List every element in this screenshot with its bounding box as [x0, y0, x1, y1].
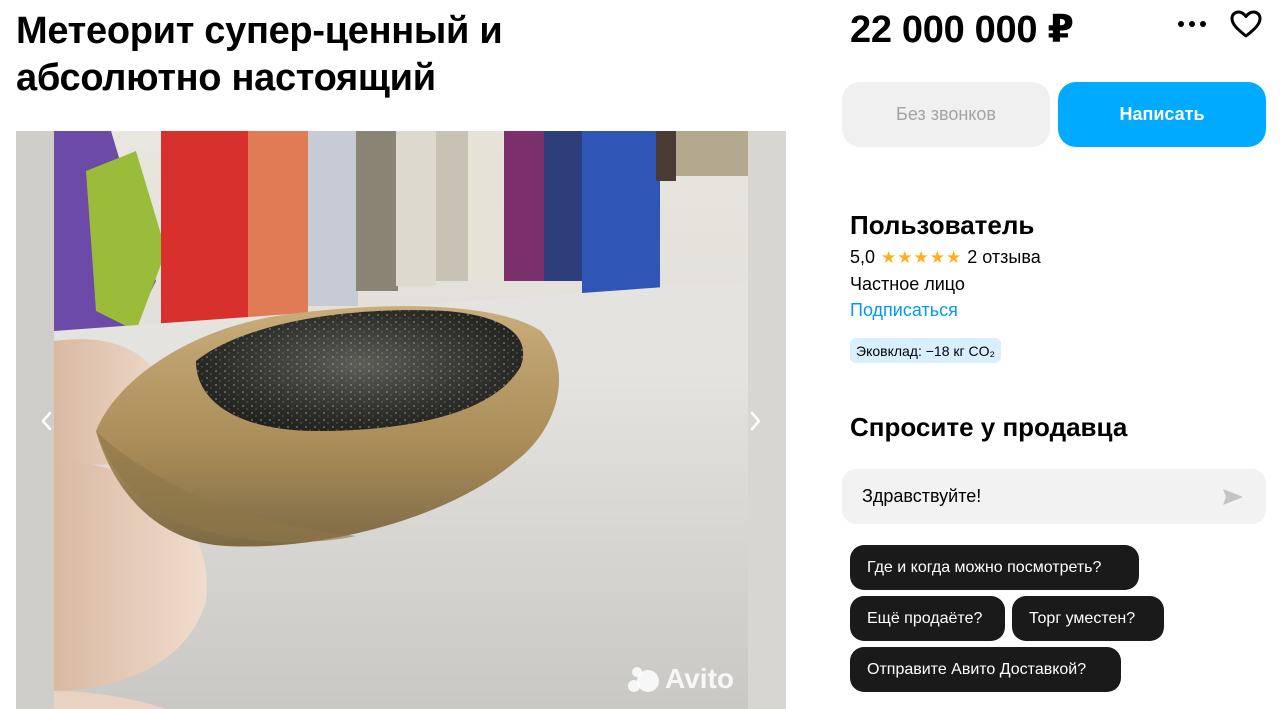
listing-title: Метеорит супер-ценный и абсолютно настоя…	[16, 10, 503, 99]
watermark-text: Avito	[665, 663, 734, 694]
next-photo-button[interactable]	[736, 401, 776, 441]
star-icon: ★	[946, 247, 962, 267]
quick-question-chip[interactable]: Ещё продаёте?	[850, 596, 1005, 641]
meteorite-photo	[16, 131, 786, 709]
rating-value: 5,0	[850, 246, 876, 267]
eco-badge: Эковклад: −18 кг CO₂	[850, 338, 1001, 363]
seller-type: Частное лицо	[850, 274, 965, 294]
subscribe-link[interactable]: Подписаться	[850, 300, 958, 321]
heart-icon	[1230, 10, 1262, 38]
write-message-button[interactable]: Написать	[1058, 82, 1266, 147]
quick-question-chip[interactable]: Где и когда можно посмотреть?	[850, 545, 1139, 590]
star-icon: ★	[881, 247, 897, 267]
rating-stars: ★ ★ ★ ★ ★	[881, 249, 961, 266]
chevron-left-icon	[41, 411, 52, 431]
more-dots-icon	[1178, 21, 1206, 27]
no-calls-button[interactable]: Без звонков	[842, 82, 1050, 147]
favorite-button[interactable]	[1226, 4, 1266, 44]
avito-logo-icon	[628, 667, 660, 692]
photo-gallery[interactable]: Avito	[16, 131, 786, 709]
send-button[interactable]	[1220, 484, 1246, 510]
send-icon	[1223, 488, 1243, 505]
message-field-container[interactable]	[842, 469, 1266, 524]
quick-question-chip[interactable]: Отправите Авито Доставкой?	[850, 647, 1121, 692]
seller-name[interactable]: Пользователь	[850, 210, 1034, 241]
price: 22 000 000 ₽	[850, 9, 1074, 51]
message-input[interactable]	[862, 486, 1220, 507]
prev-photo-button[interactable]	[26, 401, 66, 441]
chevron-right-icon	[750, 411, 761, 431]
star-icon: ★	[897, 247, 913, 267]
reviews-count[interactable]: 2 отзыва	[967, 247, 1040, 268]
star-icon: ★	[929, 247, 946, 267]
avito-watermark: Avito	[627, 663, 734, 695]
ask-seller-title: Спросите у продавца	[850, 412, 1128, 442]
quick-question-chip[interactable]: Торг уместен?	[1012, 596, 1164, 641]
more-options-button[interactable]	[1172, 6, 1212, 42]
seller-rating[interactable]: 5,0 ★ ★ ★ ★ ★ 2 отзыва	[850, 246, 1041, 268]
star-icon: ★	[913, 247, 929, 267]
